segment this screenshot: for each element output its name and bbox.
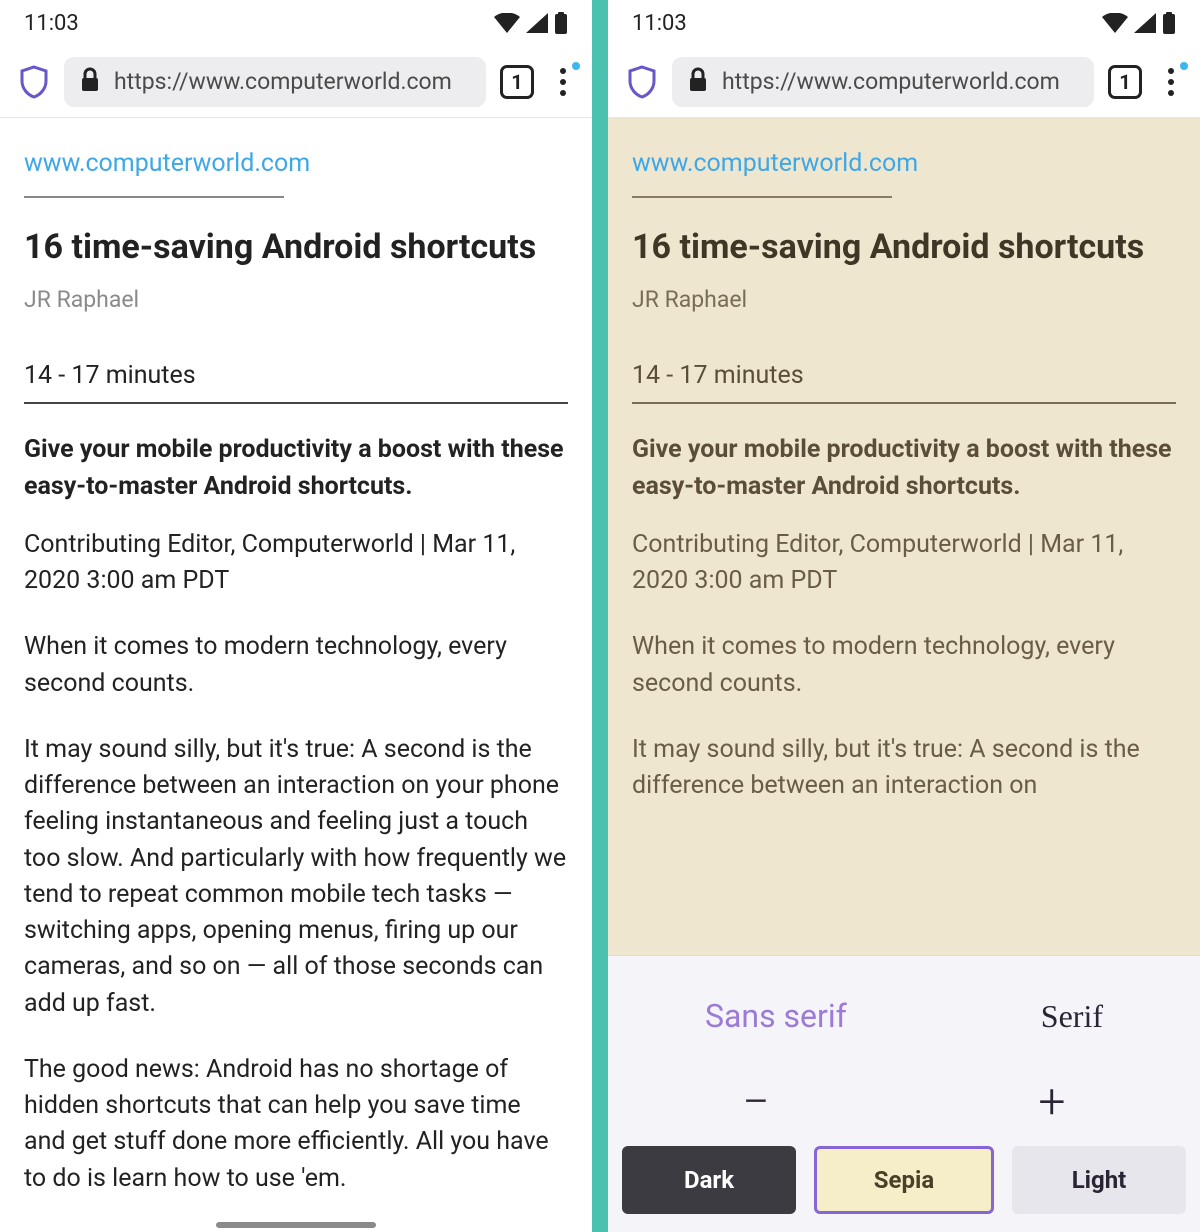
shield-icon[interactable] bbox=[626, 66, 658, 98]
divider bbox=[632, 196, 892, 198]
article-meta: Contributing Editor, Computerworld | Mar… bbox=[632, 527, 1176, 600]
battery-icon bbox=[554, 12, 568, 34]
divider bbox=[24, 402, 568, 404]
browser-toolbar: https://www.computerworld.com 1 bbox=[0, 46, 592, 118]
font-serif-option[interactable]: Serif bbox=[1041, 998, 1103, 1035]
status-time: 11:03 bbox=[24, 11, 79, 36]
article-author: JR Raphael bbox=[632, 283, 1176, 316]
article-subtitle: Give your mobile productivity a boost wi… bbox=[632, 432, 1176, 505]
source-link[interactable]: www.computerworld.com bbox=[632, 146, 918, 182]
reader-settings-panel: Sans serif Serif − + Dark Sepia Light bbox=[608, 955, 1200, 1232]
article-subtitle: Give your mobile productivity a boost wi… bbox=[24, 432, 568, 505]
browser-toolbar: https://www.computerworld.com 1 bbox=[608, 46, 1200, 118]
signal-icon bbox=[526, 13, 548, 33]
home-indicator[interactable] bbox=[216, 1222, 376, 1228]
paragraph: It may sound silly, but it's true: A sec… bbox=[632, 732, 1176, 805]
notification-dot-icon bbox=[572, 62, 580, 70]
tab-count-button[interactable]: 1 bbox=[1108, 65, 1142, 99]
url-text: https://www.computerworld.com bbox=[722, 68, 1060, 95]
divider bbox=[632, 402, 1176, 404]
shield-icon[interactable] bbox=[18, 66, 50, 98]
menu-button[interactable] bbox=[1156, 62, 1186, 102]
font-sans-serif-option[interactable]: Sans serif bbox=[705, 997, 847, 1035]
status-time: 11:03 bbox=[632, 11, 687, 36]
status-bar: 11:03 bbox=[608, 0, 1200, 46]
divider bbox=[24, 196, 284, 198]
tab-count-button[interactable]: 1 bbox=[500, 65, 534, 99]
font-size-increase-button[interactable]: + bbox=[934, 1073, 1171, 1130]
status-indicators bbox=[1102, 12, 1176, 34]
paragraph: When it comes to modern technology, ever… bbox=[632, 629, 1176, 702]
wifi-icon bbox=[1102, 13, 1128, 33]
paragraph: When it comes to modern technology, ever… bbox=[24, 629, 568, 702]
phone-left: 11:03 https://www.computerworld.com 1 ww… bbox=[0, 0, 600, 1232]
read-time: 14 - 17 minutes bbox=[24, 358, 568, 394]
signal-icon bbox=[1134, 13, 1156, 33]
wifi-icon bbox=[494, 13, 520, 33]
paragraph: It may sound silly, but it's true: A sec… bbox=[24, 732, 568, 1022]
theme-sepia-button[interactable]: Sepia bbox=[814, 1146, 994, 1214]
battery-icon bbox=[1162, 12, 1176, 34]
article-author: JR Raphael bbox=[24, 283, 568, 316]
reader-content: www.computerworld.com 16 time-saving And… bbox=[0, 118, 592, 1232]
url-bar[interactable]: https://www.computerworld.com bbox=[672, 57, 1094, 107]
url-bar[interactable]: https://www.computerworld.com bbox=[64, 57, 486, 107]
font-size-decrease-button[interactable]: − bbox=[638, 1073, 875, 1130]
lock-icon bbox=[688, 67, 708, 97]
article-title: 16 time-saving Android shortcuts bbox=[632, 226, 1176, 269]
notification-dot-icon bbox=[1180, 62, 1188, 70]
theme-dark-button[interactable]: Dark bbox=[622, 1146, 796, 1214]
article-meta: Contributing Editor, Computerworld | Mar… bbox=[24, 527, 568, 600]
source-link[interactable]: www.computerworld.com bbox=[24, 146, 310, 182]
menu-button[interactable] bbox=[548, 62, 578, 102]
article-title: 16 time-saving Android shortcuts bbox=[24, 226, 568, 269]
lock-icon bbox=[80, 67, 100, 97]
status-indicators bbox=[494, 12, 568, 34]
status-bar: 11:03 bbox=[0, 0, 592, 46]
paragraph: The good news: Android has no shortage o… bbox=[24, 1052, 568, 1197]
phone-right: 11:03 https://www.computerworld.com 1 ww… bbox=[600, 0, 1200, 1232]
theme-light-button[interactable]: Light bbox=[1012, 1146, 1186, 1214]
url-text: https://www.computerworld.com bbox=[114, 68, 452, 95]
read-time: 14 - 17 minutes bbox=[632, 358, 1176, 394]
